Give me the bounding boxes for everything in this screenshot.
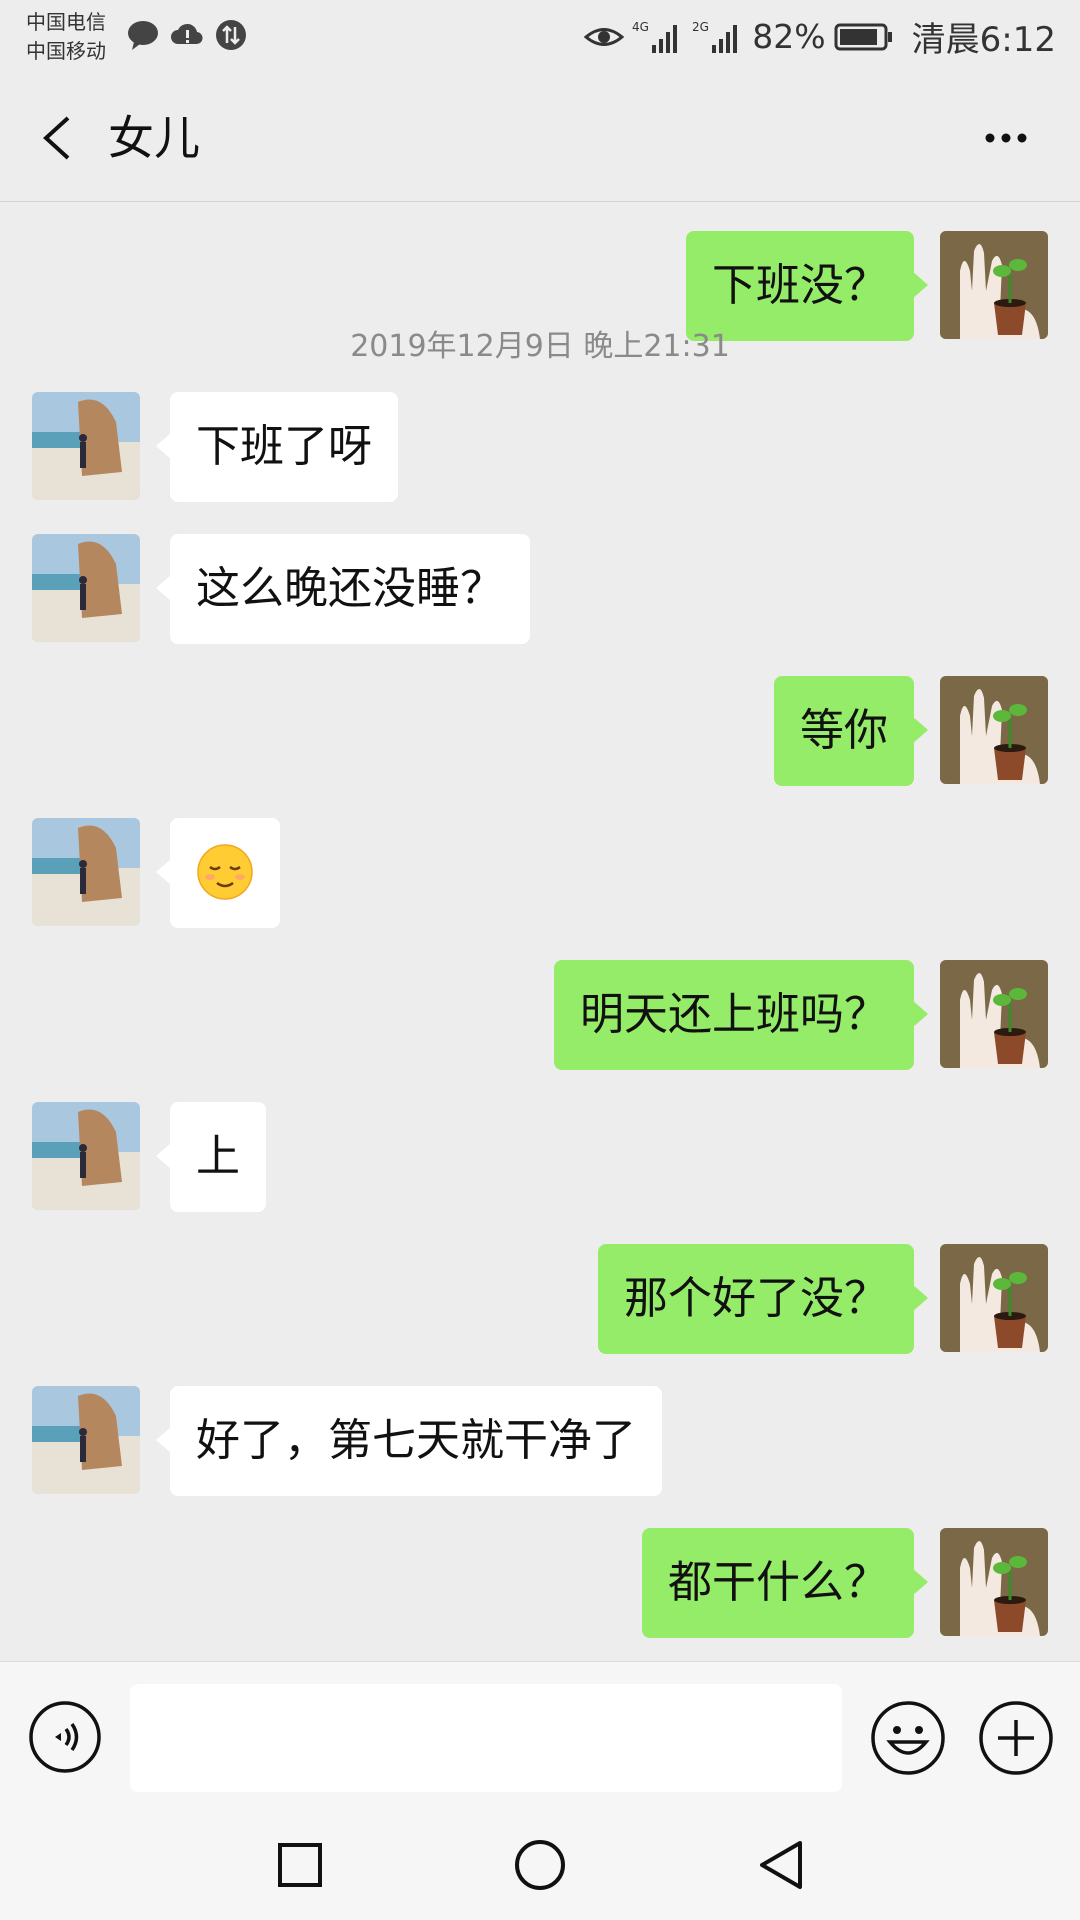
message-received <box>0 818 1080 928</box>
battery-percent: 82% <box>752 17 826 56</box>
input-bar <box>0 1661 1080 1811</box>
message-sent: 都干什么？ <box>0 1528 1080 1638</box>
timestamp: 2019年12月9日 晚上21:31 <box>350 329 730 364</box>
message-received: 好了，第七天就干净了 <box>0 1386 1080 1496</box>
message-sent: 等你 <box>0 676 1080 786</box>
data-transfer-icon <box>216 20 246 50</box>
message-received: 上 <box>0 1102 1080 1212</box>
message-sent: 那个好了没？ <box>0 1244 1080 1354</box>
contact-avatar[interactable] <box>32 1386 140 1494</box>
my-avatar[interactable] <box>940 960 1048 1068</box>
my-avatar[interactable] <box>940 1528 1048 1636</box>
message-bubble[interactable]: 这么晚还没睡？ <box>156 534 530 644</box>
network-2-label: 2G <box>692 20 709 34</box>
voice-icon[interactable] <box>28 1700 102 1774</box>
chat-title: 女儿 <box>108 111 200 165</box>
plus-icon[interactable] <box>978 1700 1054 1776</box>
status-time: 清晨6:12 <box>911 20 1056 60</box>
recents-square-icon[interactable] <box>270 1835 330 1895</box>
message-bubble[interactable]: 下班了呀 <box>156 392 398 502</box>
chat-messages[interactable]: 下班没？ 2019年12月9日 晚上21:31 下班了呀 这么晚还没睡？ 等你 … <box>0 203 1080 1661</box>
message-bubble[interactable]: 明天还上班吗？ <box>554 960 928 1070</box>
emoji-icon[interactable] <box>870 1700 946 1776</box>
network-1-label: 4G <box>632 20 649 34</box>
contact-avatar[interactable] <box>32 818 140 926</box>
home-circle-icon[interactable] <box>510 1835 570 1895</box>
signal-4g-icon: 4G <box>632 20 678 53</box>
carrier-labels: 中国电信 中国移动 <box>26 8 106 66</box>
carrier-1: 中国电信 <box>26 10 106 34</box>
message-input[interactable] <box>130 1684 842 1792</box>
carrier-2: 中国移动 <box>26 39 106 63</box>
message-bubble[interactable]: 好了，第七天就干净了 <box>156 1386 662 1496</box>
contact-avatar[interactable] <box>32 534 140 642</box>
message-bubble-emoji[interactable] <box>156 818 280 928</box>
system-nav-bar <box>0 1811 1080 1920</box>
back-triangle-icon[interactable] <box>750 1835 810 1895</box>
message-bubble[interactable]: 都干什么？ <box>642 1528 928 1638</box>
status-right: 4G 2G 82% 清晨6:12 <box>584 12 1056 61</box>
status-bar: 中国电信 中国移动 4G 2G 82% 清晨6:12 <box>0 0 1080 76</box>
eye-comfort-icon <box>584 27 625 46</box>
back-arrow-icon[interactable] <box>28 106 88 170</box>
message-bubble[interactable]: 那个好了没？ <box>598 1244 928 1354</box>
contact-avatar[interactable] <box>32 1102 140 1210</box>
my-avatar[interactable] <box>940 676 1048 784</box>
contact-avatar[interactable] <box>32 392 140 500</box>
message-bubble[interactable]: 等你 <box>774 676 928 786</box>
battery-icon <box>834 23 892 50</box>
cloud-alert-icon <box>171 23 203 45</box>
more-options-icon[interactable] <box>960 106 1050 170</box>
chat-notification-icon <box>128 21 158 50</box>
signal-2g-icon: 2G <box>692 20 738 53</box>
notification-icons <box>126 18 248 52</box>
my-avatar[interactable] <box>940 1244 1048 1352</box>
message-received: 这么晚还没睡？ <box>0 534 1080 644</box>
message-bubble[interactable]: 上 <box>156 1102 266 1212</box>
message-received: 下班了呀 <box>0 392 1080 502</box>
message-sent: 明天还上班吗？ <box>0 960 1080 1070</box>
relieved-face-icon <box>197 844 253 900</box>
chat-header: 女儿 <box>0 76 1080 202</box>
